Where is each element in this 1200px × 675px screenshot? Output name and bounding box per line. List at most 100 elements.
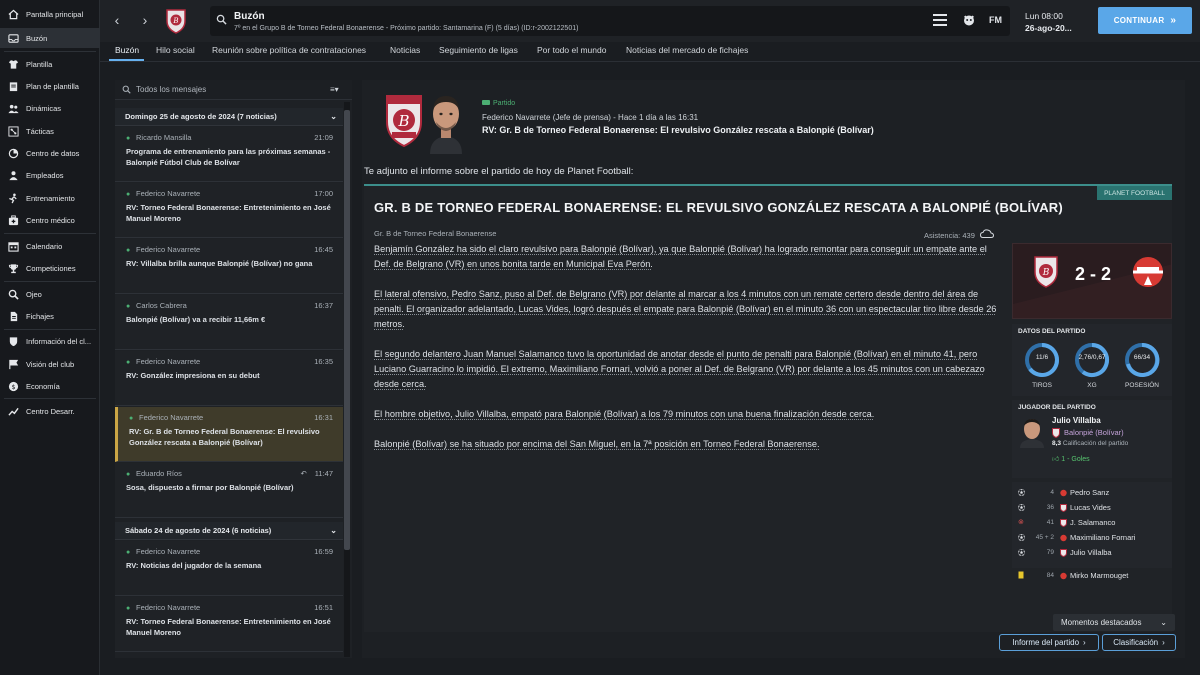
competition-label[interactable]: Gr. B de Torneo Federal Bonaerense: [374, 229, 496, 238]
list-item[interactable]: ● Ricardo Mansilla 21:09 Programa de entren…: [115, 127, 343, 182]
list-item[interactable]: ● Federico Navarrete 17:00 RV: Torneo Feder…: [115, 183, 343, 238]
tab-league-tracking[interactable]: Seguimiento de ligas: [439, 45, 518, 55]
sidebar-item-medical[interactable]: Centro médico: [0, 210, 100, 230]
possession-value: 66/34: [1133, 354, 1151, 361]
day-group-header[interactable]: Sábado 24 de agosto de 2024 (6 noticias)…: [115, 522, 343, 540]
match-report-button[interactable]: Informe del partido ›: [999, 634, 1099, 651]
sidebar-item-inbox[interactable]: Buzón: [0, 28, 100, 48]
inbox-scrollbar[interactable]: [344, 102, 350, 657]
list-item-selected[interactable]: ● Federico Navarrete 16:31 RV: Gr. B de Tor…: [115, 407, 343, 462]
sidebar-item-dev-centre[interactable]: Centro Desarr.: [0, 401, 100, 421]
finance-icon: $: [7, 380, 19, 392]
sidebar-item-label: Calendario: [26, 241, 63, 251]
cloud-icon: [979, 229, 994, 240]
search-icon: [122, 85, 131, 96]
sidebar-item-label: Economía: [26, 381, 60, 391]
list-item[interactable]: ● Federico Navarrete 16:51 RV: Torneo Feder…: [115, 597, 343, 652]
event-row[interactable]: 84 Mirko Marmouget: [1018, 571, 1168, 586]
fm-logo[interactable]: FM: [989, 15, 1002, 25]
svg-text:B: B: [1042, 268, 1050, 278]
sidebar-item-transfers[interactable]: Fichajes: [0, 306, 100, 326]
sidebar-item-training[interactable]: Entrenamiento: [0, 188, 100, 208]
list-item[interactable]: ● Carlos Cabrera 16:37 Balonpié (Bolívar) v…: [115, 295, 343, 350]
message-subject: RV: González impresiona en su debut: [126, 371, 260, 380]
sidebar-item-squad[interactable]: Plantilla: [0, 54, 100, 74]
sidebar-item-calendar[interactable]: Calendario: [0, 236, 100, 256]
list-item[interactable]: ● Federico Navarrete 16:35 RV: González imp…: [115, 351, 343, 406]
motm-goals: 👍︎ 1 - Goles: [1052, 454, 1090, 463]
sidebar-item-finances[interactable]: $ Economía: [0, 376, 100, 396]
tab-inbox[interactable]: Buzón: [115, 45, 139, 55]
home-crest-icon: [1060, 504, 1067, 513]
back-button[interactable]: ‹: [108, 11, 126, 29]
motm-rating-label: Calificación del partido: [1062, 440, 1129, 447]
sidebar-item-staff[interactable]: Empleados: [0, 165, 100, 185]
table-button[interactable]: Clasificación ›: [1102, 634, 1176, 651]
article-title: GR. B DE TORNEO FEDERAL BONAERENSE: EL R…: [374, 200, 1063, 215]
day-group-header[interactable]: Domingo 25 de agosto de 2024 (7 noticias…: [115, 108, 343, 126]
goal-icon: ⚽︎: [1018, 550, 1025, 557]
motm-club[interactable]: Balonpié (Bolívar): [1064, 428, 1124, 437]
sidebar-item-competitions[interactable]: Competiciones: [0, 258, 100, 278]
message-filter[interactable]: Todos los mensajes ≡▾: [115, 80, 352, 100]
mascot-icon[interactable]: [962, 13, 976, 29]
sidebar-item-club-info[interactable]: Información del cl...: [0, 331, 100, 351]
message-subject: Balonpié (Bolívar) va a recibir 11,66m €: [126, 315, 266, 324]
sidebar-item-label: Plantilla: [26, 59, 53, 69]
club-crest-icon[interactable]: B: [165, 8, 187, 34]
event-row[interactable]: ⚽︎ 36 Lucas Vides: [1018, 503, 1168, 518]
menu-icon[interactable]: [933, 14, 947, 28]
scoreboard[interactable]: B 2 - 2: [1012, 243, 1172, 319]
message-time: 21:09: [314, 133, 333, 142]
message-subject: Programa de entrenamiento para las próxi…: [126, 147, 331, 167]
message-subject: RV: Villalba brilla aunque Balonpié (Bol…: [126, 259, 313, 268]
sidebar-item-label: Empleados: [26, 170, 64, 180]
person-icon: ●: [129, 415, 134, 422]
sidebar-item-squad-plan[interactable]: Plan de plantilla: [0, 76, 100, 96]
sidebar-item-home[interactable]: Pantalla principal: [0, 4, 100, 24]
news-article: PLANET FOOTBALL GR. B DE TORNEO FEDERAL …: [364, 184, 1172, 632]
tab-recruitment-meeting[interactable]: Reunión sobre política de contrataciones: [212, 45, 366, 55]
list-item[interactable]: ● Eduardo Ríos ↶ 11:47 Sosa, dispuesto a fir…: [115, 463, 343, 518]
sidebar-item-data-hub[interactable]: Centro de datos: [0, 143, 100, 163]
event-row[interactable]: ⚽︎ 79 Julio Villalba: [1018, 548, 1168, 563]
sidebar-divider: [4, 51, 96, 52]
event-row[interactable]: ⚽︎ 4 Pedro Sanz: [1018, 488, 1168, 503]
event-row[interactable]: ⚽︎ 45 + 2 Maximiliano Fornari: [1018, 533, 1168, 548]
sidebar-item-label: Información del cl...: [26, 336, 92, 346]
list-item[interactable]: ● Federico Navarrete 16:59 RV: Noticias del…: [115, 541, 343, 596]
sidebar-item-label: Ojeo: [26, 289, 42, 299]
attendance: Asistencia: 439: [924, 229, 994, 240]
message-sender[interactable]: Federico Navarrete (Jefe de prensa) - Ha…: [482, 113, 698, 122]
continue-button[interactable]: CONTINUAR »: [1098, 7, 1192, 34]
event-player: Maximiliano Fornari: [1070, 533, 1136, 542]
player-of-match[interactable]: JUGADOR DEL PARTIDO Julio Villalba Balon…: [1012, 400, 1172, 478]
sidebar-divider: [4, 281, 96, 282]
sidebar-item-label: Centro médico: [26, 215, 75, 225]
highlights-dropdown[interactable]: Momentos destacados ⌄: [1053, 614, 1175, 631]
motm-name[interactable]: Julio Villalba: [1052, 416, 1101, 425]
tab-transfer-news[interactable]: Noticias del mercado de fichajes: [626, 45, 748, 55]
sidebar-item-scouting[interactable]: Ojeo: [0, 284, 100, 304]
svg-text:B: B: [172, 17, 178, 25]
tab-news[interactable]: Noticias: [390, 45, 420, 55]
reply-icon: ↶: [300, 469, 307, 478]
sidebar-item-tactics[interactable]: Tácticas: [0, 121, 100, 141]
scroll-thumb[interactable]: [344, 110, 350, 550]
forward-button[interactable]: ›: [136, 11, 154, 29]
tab-social-feed[interactable]: Hilo social: [156, 45, 195, 55]
day-time: Lun 08:00: [1025, 11, 1063, 21]
people-icon: [7, 102, 19, 114]
message-sender: Federico Navarrete: [136, 189, 201, 198]
list-options-icon[interactable]: ≡▾: [330, 85, 339, 94]
sidebar-item-dynamics[interactable]: Dinámicas: [0, 98, 100, 118]
sidebar-item-club-vision[interactable]: Visión del club: [0, 354, 100, 374]
list-item[interactable]: ● Federico Navarrete 16:45 RV: Villalba bri…: [115, 239, 343, 294]
event-row[interactable]: ⊗ 41 J. Salamanco: [1018, 518, 1168, 533]
person-icon: ●: [126, 191, 131, 198]
search-icon[interactable]: [216, 14, 227, 27]
event-minute: 45 + 2: [1035, 534, 1054, 541]
tab-around-world[interactable]: Por todo el mundo: [537, 45, 606, 55]
article-paragraph: El hombre objetivo, Julio Villalba, empa…: [374, 409, 875, 419]
club-crest-icon: [1052, 428, 1060, 440]
